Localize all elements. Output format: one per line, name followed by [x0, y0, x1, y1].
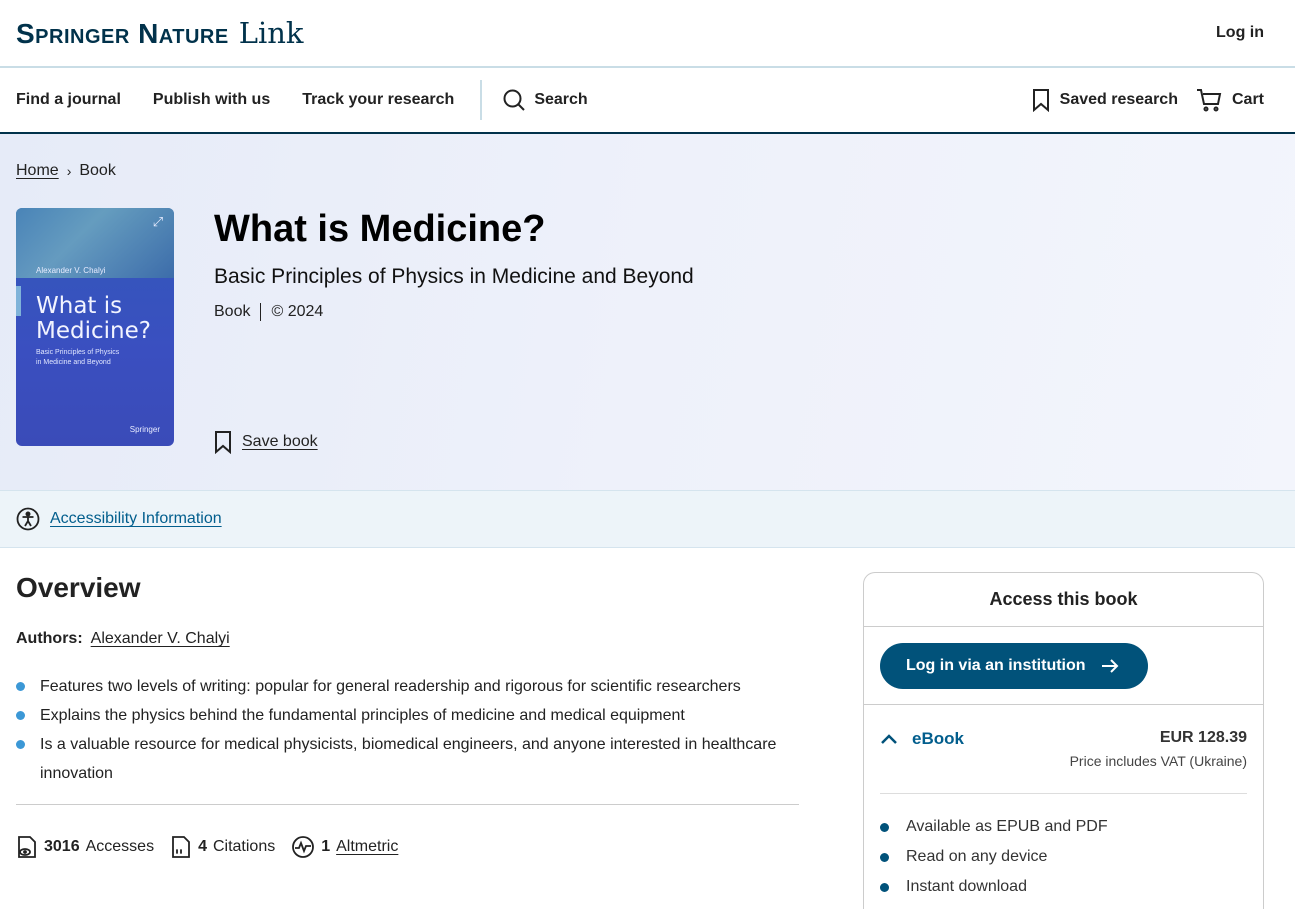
cart-icon — [1196, 89, 1222, 112]
vat-note: Price includes VAT (Ukraine) — [1069, 753, 1247, 769]
book-hero: Home › Book Alexander V. Chalyi What is … — [0, 134, 1295, 490]
accesses-count: 3016 — [44, 838, 80, 855]
accessibility-bar: Accessibility Information — [0, 490, 1295, 548]
list-item: Is a valuable resource for medical physi… — [16, 730, 799, 788]
access-title: Access this book — [864, 573, 1263, 627]
cover-title-line2: Medicine? — [36, 318, 151, 344]
nav-divider — [480, 80, 483, 120]
metrics: 3016 Accesses 4 Citations 1 Altmetric — [16, 835, 799, 859]
list-item: Read on any device — [880, 842, 1247, 872]
cover-subtitle: Basic Principles of Physics in Medicine … — [36, 348, 126, 368]
book-year: © 2024 — [271, 303, 324, 320]
ebook-feature-list: Available as EPUB and PDF Read on any de… — [880, 812, 1247, 902]
accesses-label: Accesses — [85, 838, 155, 855]
login-institution-button[interactable]: Log in via an institution — [880, 643, 1148, 689]
meta-separator — [260, 303, 262, 321]
citations-metric: 4 Citations — [170, 835, 275, 859]
cover-title: What is Medicine? — [36, 294, 151, 344]
list-item: Available as EPUB and PDF — [880, 812, 1247, 842]
save-book-button[interactable]: Save book — [214, 430, 318, 454]
brand-bar: Springer Nature Link Log in — [0, 0, 1295, 68]
list-item: Explains the physics behind the fundamen… — [16, 701, 799, 730]
ebook-price: EUR 128.39 — [1159, 729, 1247, 746]
cart-label: Cart — [1231, 91, 1264, 108]
nav-track-research[interactable]: Track your research — [302, 91, 454, 109]
access-panel: Access this book Log in via an instituti… — [863, 572, 1264, 909]
altmetric-metric: 1 Altmetric — [291, 835, 398, 859]
saved-research-link[interactable]: Saved research — [1032, 88, 1178, 112]
breadcrumb-home[interactable]: Home — [16, 162, 59, 180]
bookmark-icon — [215, 431, 231, 454]
accessibility-icon — [16, 507, 40, 531]
saved-research-label: Saved research — [1059, 91, 1178, 108]
list-item: Instant download — [880, 872, 1247, 902]
authors: Authors: Alexander V. Chalyi — [16, 630, 799, 648]
altmetric-icon — [292, 836, 315, 858]
ebook-label: eBook — [912, 729, 964, 748]
brand-main: Springer Nature — [16, 18, 229, 49]
brand-sub: Link — [238, 16, 304, 50]
cover-subtitle-line2: in Medicine and Beyond — [36, 359, 111, 366]
chevron-up-icon — [881, 734, 897, 744]
ebook-option: eBook EUR 128.39 Price includes VAT (Ukr… — [864, 705, 1263, 902]
book-type: Book — [214, 303, 251, 320]
book-meta: Book © 2024 — [214, 303, 694, 321]
nav-publish[interactable]: Publish with us — [153, 91, 270, 109]
divider — [880, 793, 1247, 794]
book-title: What is Medicine? — [214, 208, 546, 250]
overview-title: Overview — [16, 572, 141, 603]
accessibility-info-link[interactable]: Accessibility Information — [50, 510, 222, 528]
citations-icon — [172, 836, 190, 858]
accesses-icon — [18, 836, 36, 858]
cover-publisher: Springer — [129, 425, 160, 434]
cover-subtitle-line1: Basic Principles of Physics — [36, 349, 120, 356]
citations-count: 4 — [198, 838, 207, 855]
feature-list: Features two levels of writing: popular … — [16, 672, 799, 788]
arrow-right-icon — [1101, 659, 1118, 673]
site-logo[interactable]: Springer Nature Link — [16, 16, 304, 50]
list-item: Features two levels of writing: popular … — [16, 672, 799, 701]
breadcrumb-current: Book — [79, 162, 116, 179]
cover-stripe — [16, 286, 21, 316]
altmetric-link[interactable]: Altmetric — [336, 838, 398, 856]
cart-link[interactable]: Cart — [1196, 88, 1264, 112]
cover-title-line1: What is — [36, 293, 123, 319]
search-label: Search — [534, 91, 588, 108]
book-cover[interactable]: Alexander V. Chalyi What is Medicine? Ba… — [16, 208, 174, 446]
nav-find-journal[interactable]: Find a journal — [16, 91, 121, 109]
breadcrumb: Home › Book — [16, 162, 1279, 180]
ebook-toggle[interactable]: eBook — [880, 729, 964, 749]
book-subtitle: Basic Principles of Physics in Medicine … — [214, 265, 694, 288]
citations-label: Citations — [212, 838, 276, 855]
save-book-label: Save book — [242, 433, 318, 450]
author-link[interactable]: Alexander V. Chalyi — [91, 630, 230, 648]
main-content: Overview Authors: Alexander V. Chalyi Fe… — [0, 548, 1295, 909]
divider — [16, 804, 799, 805]
search-button[interactable]: Search — [502, 88, 588, 112]
overview-section: Overview Authors: Alexander V. Chalyi Fe… — [16, 548, 799, 909]
cover-author: Alexander V. Chalyi — [36, 266, 106, 275]
bookmark-icon — [1032, 89, 1049, 112]
main-nav: Find a journal Publish with us Track you… — [0, 68, 1295, 134]
login-institution-label: Log in via an institution — [906, 657, 1086, 674]
altmetric-count: 1 — [321, 838, 331, 855]
search-icon — [503, 89, 526, 111]
authors-label: Authors: — [16, 630, 83, 647]
accesses-metric: 3016 Accesses — [16, 835, 154, 859]
chevron-right-icon: › — [66, 163, 72, 179]
login-link[interactable]: Log in — [1216, 24, 1264, 42]
expand-icon[interactable]: ⤢ — [148, 212, 168, 232]
